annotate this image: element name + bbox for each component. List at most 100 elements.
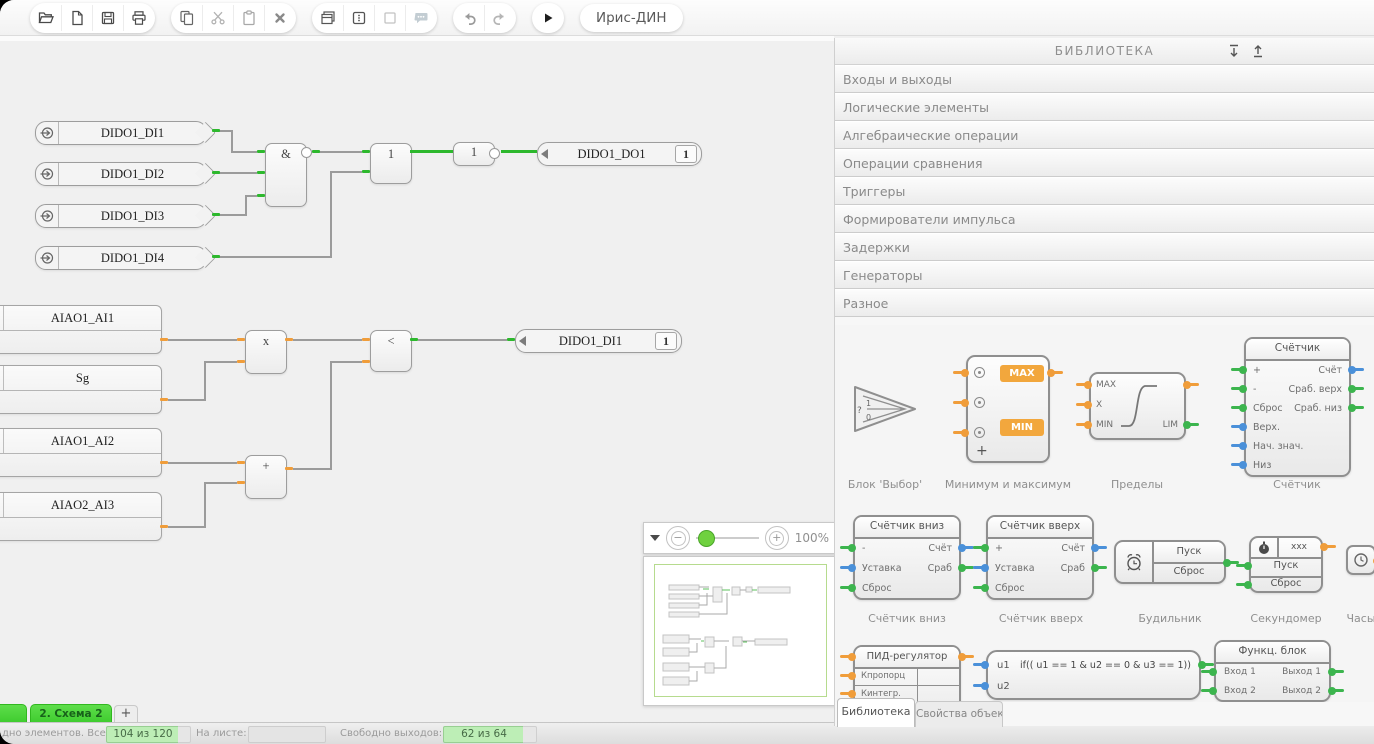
block-input-notch: [541, 149, 548, 159]
counter-block-preview[interactable]: Счётчик + - Сброс Верх. Нач. знач. Низ С…: [1244, 337, 1351, 477]
scheme-tab-partial[interactable]: [0, 704, 27, 723]
play-button[interactable]: [533, 5, 563, 31]
category-label: Входы и выходы: [843, 72, 952, 87]
comment-button[interactable]: [406, 5, 436, 31]
port: [362, 360, 370, 363]
analog-input-block[interactable]: AIAO1_AI2: [0, 428, 162, 477]
port: [840, 674, 853, 677]
less-than-block[interactable]: <: [370, 330, 412, 372]
port: [237, 481, 245, 484]
category-pulse-formers[interactable]: Формирователи импульса: [835, 205, 1374, 233]
frame-button[interactable]: [344, 5, 375, 31]
input-label: Уставка: [862, 563, 902, 574]
digital-output-block[interactable]: DIDO1_DO1 1: [537, 142, 702, 166]
counter-down-block-preview[interactable]: Счётчик вниз - Уставка Сброс Счёт Сраб: [853, 515, 961, 600]
category-inputs-outputs[interactable]: Входы и выходы: [835, 65, 1374, 93]
plus-icon: +: [769, 531, 784, 546]
minmax-block-preview[interactable]: + MAX MIN: [966, 355, 1050, 463]
u1-input-label: u1: [997, 660, 1010, 671]
paste-button[interactable]: [234, 5, 265, 31]
selector-block-preview[interactable]: ? 1 0: [853, 385, 917, 433]
copy-button[interactable]: [172, 5, 203, 31]
wire-segment: [231, 130, 233, 153]
port: [953, 431, 966, 434]
app-name-button[interactable]: Ирис-ДИН: [580, 4, 683, 32]
minimap-diagram: [655, 565, 826, 696]
limits-block-preview[interactable]: MAX X MIN LIM: [1089, 372, 1186, 440]
wire-segment: [293, 339, 362, 341]
wire-segment: [319, 151, 362, 153]
block-header: Счётчик вниз: [855, 517, 959, 539]
delete-button[interactable]: [265, 5, 295, 31]
clock-block-preview[interactable]: [1346, 545, 1374, 575]
zoom-in-button[interactable]: +: [765, 526, 789, 550]
port: [840, 566, 853, 569]
diagram-canvas[interactable]: DIDO1_DI1 DIDO1_DI2 DIDO1_DI3 DIDO1_DI4 …: [0, 36, 834, 722]
zoom-slider-knob[interactable]: [698, 530, 715, 547]
or-block[interactable]: 1: [370, 143, 412, 184]
add-scheme-button[interactable]: +: [114, 705, 138, 723]
digital-input-block[interactable]: DIDO1_DI4: [35, 246, 207, 270]
digital-input-block[interactable]: DIDO1_DI1: [35, 121, 207, 145]
port: [1331, 670, 1344, 673]
alarm-block-preview[interactable]: Пуск Сброс: [1114, 540, 1226, 584]
redo-button[interactable]: [485, 5, 515, 31]
category-logic-elements[interactable]: Логические элементы: [835, 93, 1374, 121]
stopwatch-start-row: Пуск: [1251, 557, 1321, 578]
stopwatch-value: xxx: [1277, 538, 1321, 559]
history-toolbar-group: [453, 3, 516, 33]
open-button[interactable]: [31, 5, 62, 31]
minus-icon: −: [671, 531, 686, 546]
zoom-dropdown-icon[interactable]: [650, 535, 660, 541]
category-label: Триггеры: [843, 184, 905, 199]
category-triggers[interactable]: Триггеры: [835, 177, 1374, 205]
digital-output-block[interactable]: DIDO1_DI1 1: [515, 329, 682, 353]
port: [237, 338, 245, 341]
counter-up-block-preview[interactable]: Счётчик вверх + Уставка Сброс Счёт Сраб: [986, 515, 1094, 600]
less-than-label: <: [371, 334, 411, 349]
category-label: Логические элементы: [843, 100, 989, 115]
category-comparison-operations[interactable]: Операции сравнения: [835, 149, 1374, 177]
port: [237, 461, 245, 464]
minimap[interactable]: [643, 556, 838, 706]
zoom-out-button[interactable]: −: [666, 526, 690, 550]
analog-input-block[interactable]: Sg: [0, 365, 162, 414]
scheme-tab-active[interactable]: 2. Схема 2: [30, 704, 112, 723]
multiply-block[interactable]: x: [245, 330, 287, 374]
function-block-preview[interactable]: Функц. блок Вход 1 Выход 1 Вход 2 Выход …: [1214, 640, 1331, 702]
collapse-all-icon[interactable]: [1226, 43, 1242, 59]
digital-input-block[interactable]: DIDO1_DI3: [35, 204, 207, 228]
svg-text:0: 0: [866, 413, 871, 422]
wire-segment: [293, 468, 332, 470]
wire-segment: [168, 399, 206, 401]
add-block[interactable]: +: [245, 455, 287, 499]
analog-input-block[interactable]: AIAO2_AI3: [0, 492, 162, 541]
pid-block-preview[interactable]: ПИД-регулятор Кпропорц Кинтегр.: [853, 645, 961, 702]
block-caption: Счётчик вниз: [837, 612, 977, 625]
zoom-slider[interactable]: [696, 537, 759, 539]
stopwatch-block-preview[interactable]: xxx Пуск Сброс: [1249, 536, 1323, 593]
tab-object-properties[interactable]: Свойства объек: [915, 701, 1003, 727]
new-file-button[interactable]: [62, 5, 93, 31]
window-button[interactable]: [313, 5, 344, 31]
expand-all-icon[interactable]: [1250, 43, 1266, 59]
blank-shape-button[interactable]: [375, 5, 406, 31]
port: [1231, 368, 1244, 371]
digital-input-block[interactable]: DIDO1_DI2: [35, 162, 207, 186]
save-button[interactable]: [93, 5, 124, 31]
port: [160, 461, 168, 464]
tab-library[interactable]: Библиотека: [837, 698, 915, 727]
analog-input-block[interactable]: AIAO1_AI1: [0, 305, 162, 354]
output-label: Счёт: [1061, 543, 1085, 554]
port: [362, 150, 370, 153]
output-label: Выход 1: [1282, 667, 1321, 677]
category-misc[interactable]: Разное: [835, 289, 1374, 317]
undo-button[interactable]: [454, 5, 485, 31]
expression-block-preview[interactable]: u1 if(( u1 == 1 & u2 == 0 & u3 == 1)) u2: [986, 650, 1201, 700]
category-generators[interactable]: Генераторы: [835, 261, 1374, 289]
sheet-edge: [0, 36, 834, 41]
category-algebraic-operations[interactable]: Алгебраические операции: [835, 121, 1374, 149]
print-button[interactable]: [124, 5, 154, 31]
category-delays[interactable]: Задержки: [835, 233, 1374, 261]
cut-button[interactable]: [203, 5, 234, 31]
